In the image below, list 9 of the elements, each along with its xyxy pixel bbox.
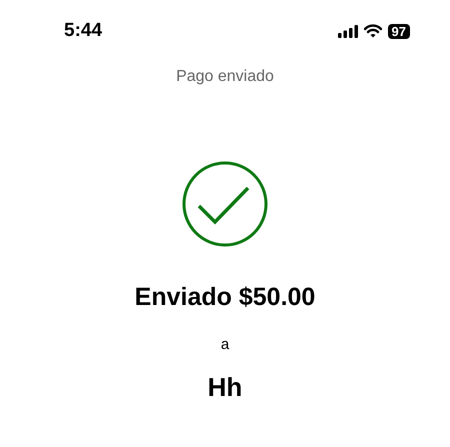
wifi-icon [364, 24, 382, 38]
status-time: 5:44 [64, 20, 102, 42]
connector-text: a [220, 336, 230, 353]
amount-heading: Enviado $50.00 [134, 283, 316, 312]
screen-title: Pago enviado [176, 68, 274, 86]
signal-icon [338, 24, 358, 38]
check-circle-icon [182, 161, 268, 247]
recipient-name: Hh [208, 372, 242, 403]
battery-indicator: 97 [388, 24, 410, 38]
